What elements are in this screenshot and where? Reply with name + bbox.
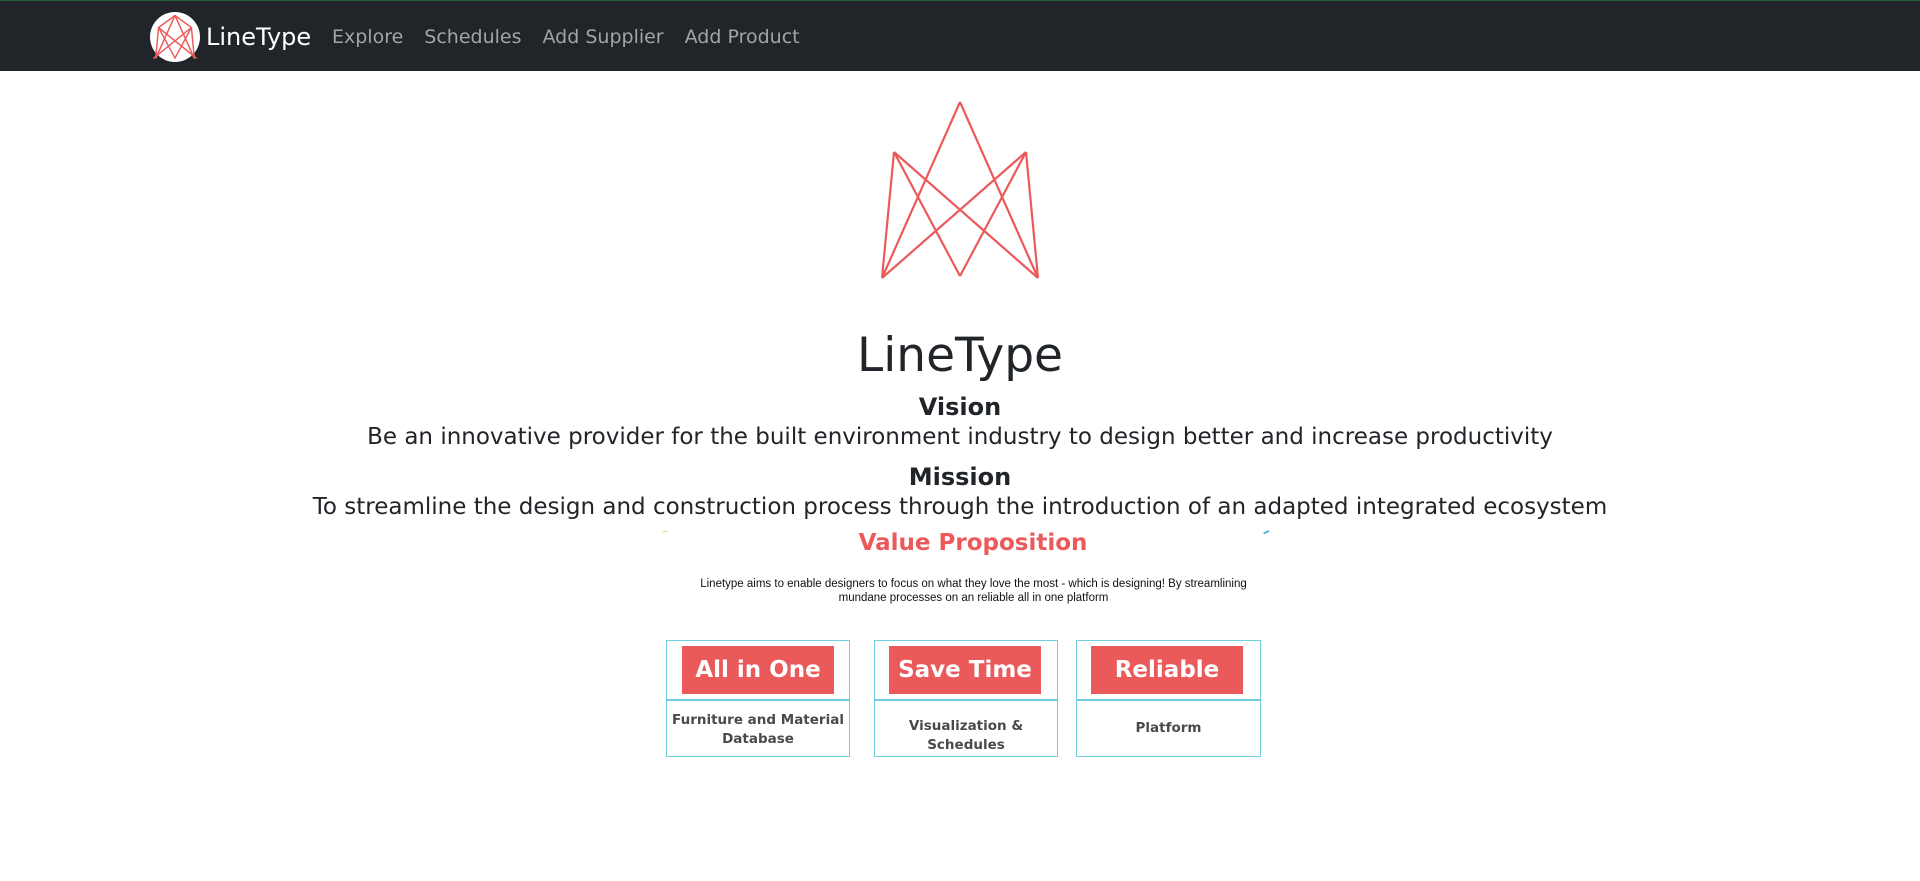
all-in-one-button[interactable]: All in One xyxy=(682,646,834,694)
feature-card-reliable: Reliable Platform xyxy=(1076,640,1261,757)
nav-link-schedules[interactable]: Schedules xyxy=(424,26,521,48)
vision-text: Be an innovative provider for the built … xyxy=(367,424,1553,450)
nav-link-add-supplier[interactable]: Add Supplier xyxy=(543,26,664,48)
nav-link-add-product[interactable]: Add Product xyxy=(685,26,800,48)
linetype-logo-icon xyxy=(870,100,1050,282)
card-description: Platform xyxy=(1135,720,1202,736)
top-navbar: LineType Explore Schedules Add Supplier … xyxy=(0,0,1920,71)
value-proposition-title: Value Proposition xyxy=(858,530,1088,556)
reliable-button[interactable]: Reliable xyxy=(1091,646,1243,694)
brand-home-link[interactable]: LineType xyxy=(150,12,311,62)
save-time-button[interactable]: Save Time xyxy=(889,646,1041,694)
card-description: Visualization & Schedules xyxy=(908,718,1024,753)
page-title: LineType xyxy=(857,328,1063,383)
nav-link-explore[interactable]: Explore xyxy=(332,26,403,48)
card-divider xyxy=(667,699,849,701)
vision-heading: Vision xyxy=(918,393,1002,421)
card-description: Furniture and Material Database xyxy=(672,712,844,747)
card-divider xyxy=(1077,699,1260,701)
linetype-logo-icon xyxy=(150,12,200,62)
nav-links: Explore Schedules Add Supplier Add Produ… xyxy=(332,1,821,72)
brand-name: LineType xyxy=(206,23,312,51)
card-divider xyxy=(875,699,1057,701)
mission-heading: Mission xyxy=(908,463,1012,491)
feature-card-all-in-one: All in One Furniture and Material Databa… xyxy=(666,640,850,757)
value-proposition-text: Linetype aims to enable designers to foc… xyxy=(700,578,1247,604)
mission-text: To streamline the design and constructio… xyxy=(312,494,1608,520)
feature-card-save-time: Save Time Visualization & Schedules xyxy=(874,640,1058,757)
